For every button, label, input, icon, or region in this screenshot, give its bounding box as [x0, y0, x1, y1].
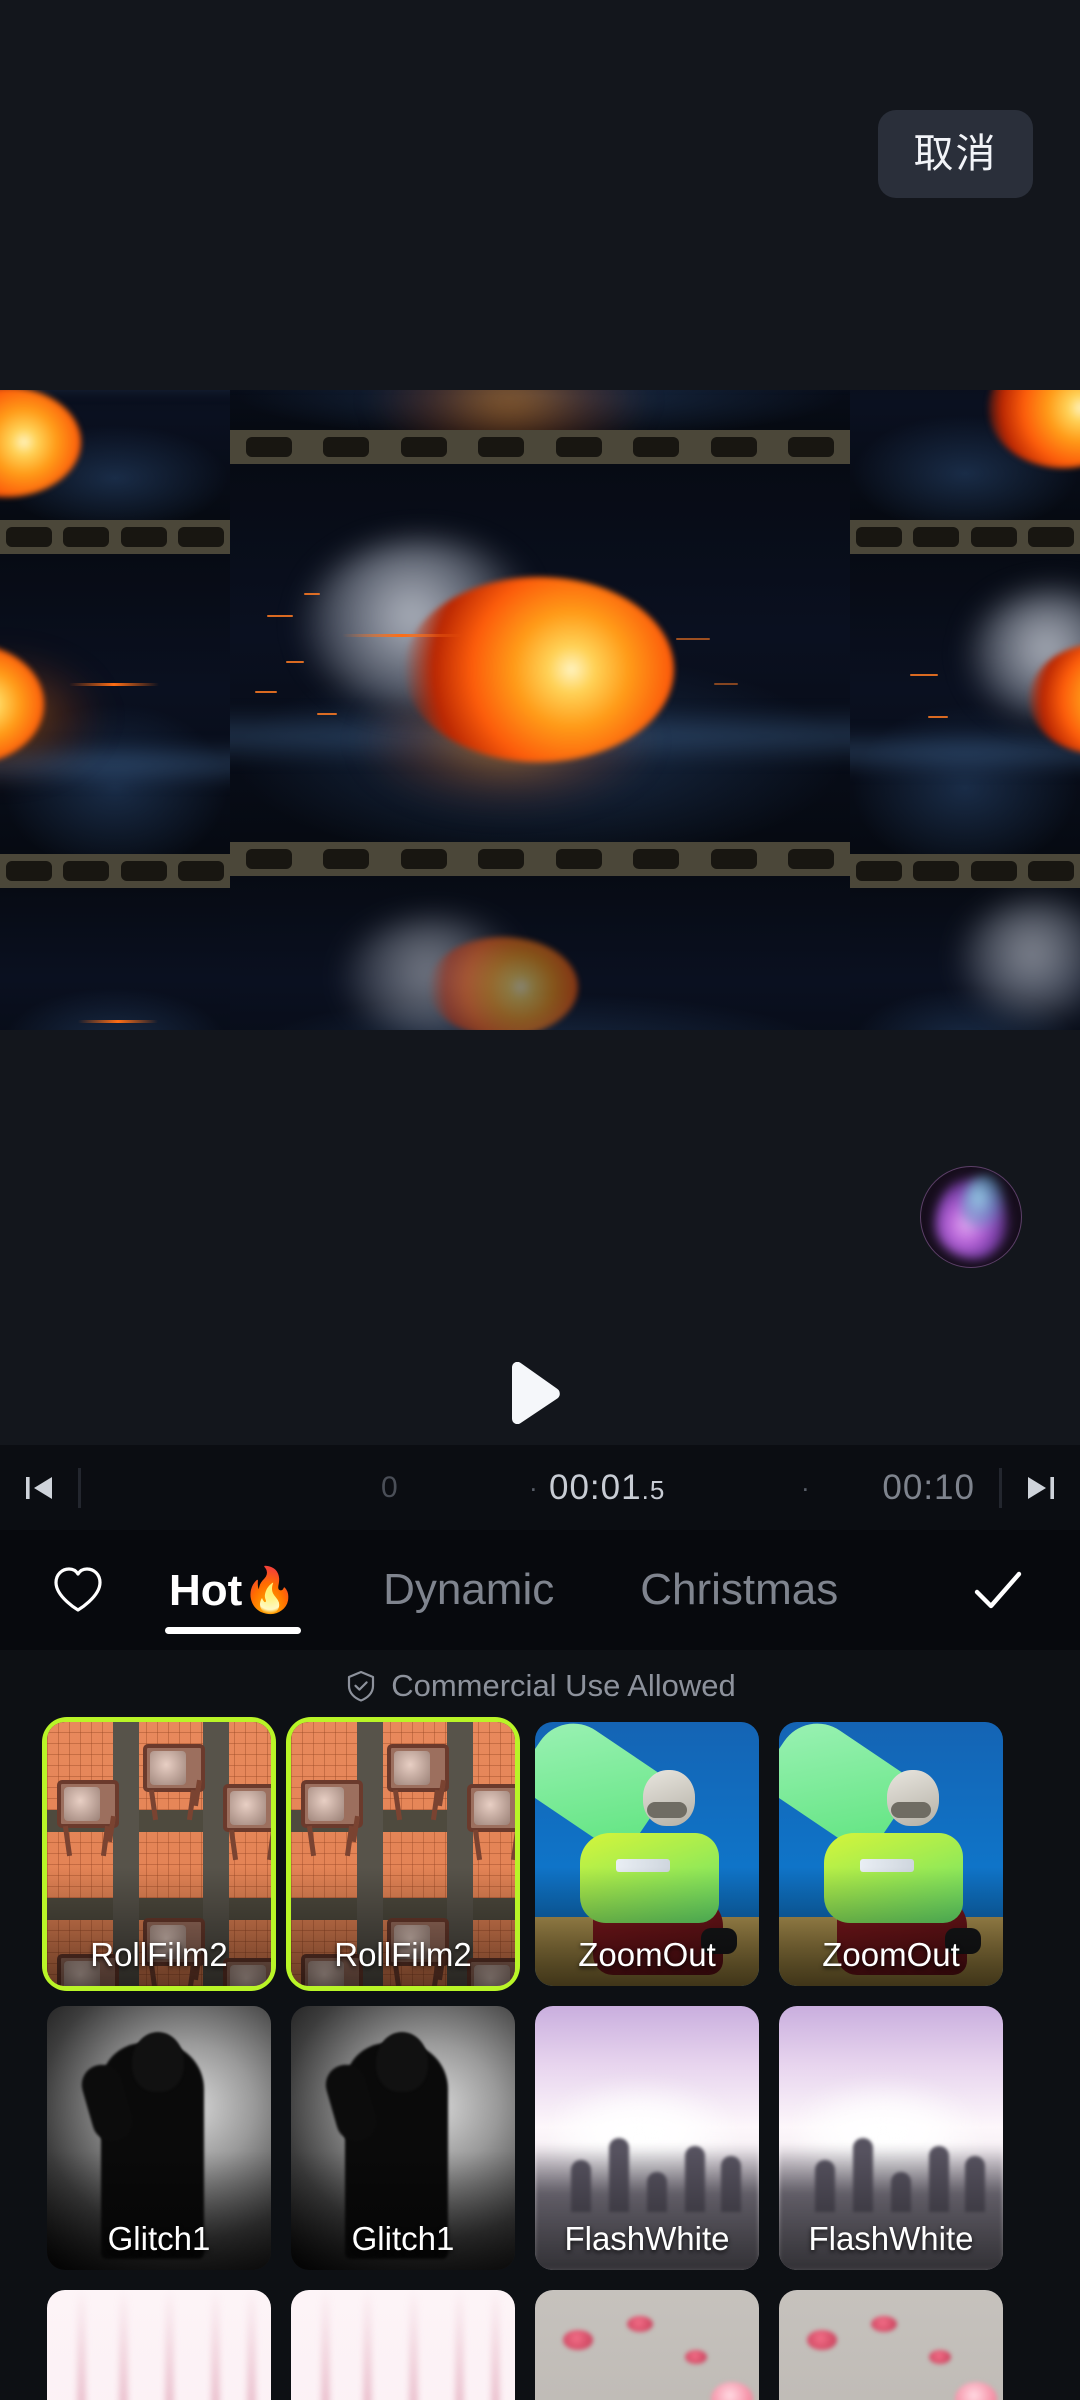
effect-name-label: FlashWhite: [808, 2220, 974, 2257]
effects-panel: Commercial Use Allowed RollFilm2 RollFilm…: [0, 1650, 1080, 2400]
tab-christmas[interactable]: Christmas: [626, 1530, 852, 1650]
effect-name-label: ZoomOut: [822, 1936, 960, 1973]
timeline-tick-left: ·: [529, 1472, 539, 1502]
tab-hot-label: Hot🔥: [169, 1566, 298, 1615]
current-time-fraction: .5: [641, 1474, 666, 1505]
effect-item[interactable]: RollFilm2: [291, 1722, 515, 1986]
timeline-tick-right: ·: [801, 1472, 811, 1502]
effect-thumbnail: [291, 2290, 515, 2400]
commercial-use-label: Commercial Use Allowed: [391, 1668, 736, 1703]
shield-check-icon: [348, 1670, 375, 1702]
active-tab-underline: [165, 1627, 302, 1634]
ai-assistant-orb-icon[interactable]: [920, 1166, 1022, 1268]
film-strip-left: [0, 390, 230, 1030]
tab-dynamic[interactable]: Dynamic: [369, 1530, 568, 1650]
effect-item[interactable]: [535, 2290, 759, 2400]
tab-christmas-label: Christmas: [640, 1565, 839, 1614]
play-button[interactable]: [506, 1362, 562, 1424]
skip-to-start-button[interactable]: [0, 1445, 78, 1530]
skip-to-start-icon: [26, 1476, 52, 1499]
timeline-duration: 00:10: [882, 1467, 975, 1507]
effect-item[interactable]: FlashWhite: [535, 2006, 759, 2270]
play-icon: [512, 1362, 560, 1424]
check-icon: [974, 1571, 1021, 1609]
timeline-current-time: 00:01.5: [549, 1468, 665, 1508]
effect-item[interactable]: ZoomOut: [535, 1722, 759, 1986]
video-editor-screen: 取消 0 · 00:01.5 · 00:10 Hot🔥 Dynamic Chri…: [0, 0, 1080, 2400]
effect-thumbnail: [47, 2290, 271, 2400]
effect-name-label: Glitch1: [351, 2220, 455, 2257]
video-preview[interactable]: [0, 390, 1080, 1030]
effect-item[interactable]: FlashWhite: [779, 2006, 1003, 2270]
timeline-bar[interactable]: 0 · 00:01.5 · 00:10: [0, 1445, 1080, 1530]
effect-thumbnail: [535, 2290, 759, 2400]
effect-thumb-art: [535, 2290, 759, 2400]
effect-thumb-art: [291, 2290, 515, 2400]
effect-item[interactable]: ZoomOut: [779, 1722, 1003, 1986]
film-strip-right: [850, 390, 1080, 1030]
current-time-main: 00:01: [549, 1467, 642, 1507]
effect-name-label: RollFilm2: [334, 1936, 472, 1973]
cancel-button[interactable]: 取消: [878, 110, 1033, 198]
effect-thumb-art: [47, 2290, 271, 2400]
timeline-track[interactable]: 0 · 00:01.5 · 00:10: [81, 1445, 999, 1530]
effect-name-label: ZoomOut: [578, 1936, 716, 1973]
effect-name-label: RollFilm2: [90, 1936, 228, 1973]
tab-favorites[interactable]: [0, 1563, 155, 1617]
skip-to-end-icon: [1028, 1476, 1054, 1499]
effect-item[interactable]: [291, 2290, 515, 2400]
heart-icon: [53, 1567, 102, 1612]
effect-item[interactable]: RollFilm2: [47, 1722, 271, 1986]
effect-name-label: Glitch1: [107, 2220, 211, 2257]
effect-item[interactable]: [779, 2290, 1003, 2400]
effect-name-label: FlashWhite: [564, 2220, 730, 2257]
effect-thumb-art: [779, 2290, 1003, 2400]
film-strip-center: [230, 390, 850, 1030]
effect-item[interactable]: [47, 2290, 271, 2400]
timeline-start-label: 0: [381, 1470, 399, 1504]
commercial-use-banner: Commercial Use Allowed: [0, 1650, 1080, 1722]
tab-hot[interactable]: Hot🔥: [155, 1530, 311, 1650]
skip-to-end-button[interactable]: [1002, 1445, 1080, 1530]
spark-particles: [230, 464, 850, 842]
tab-dynamic-label: Dynamic: [383, 1565, 555, 1614]
effect-thumbnail: [779, 2290, 1003, 2400]
effects-grid: RollFilm2 RollFilm2 ZoomOut ZoomOut Glitch1 G…: [0, 1722, 1080, 2400]
effect-item[interactable]: Glitch1: [47, 2006, 271, 2270]
top-bar: 取消: [0, 0, 1080, 390]
confirm-button[interactable]: [915, 1530, 1080, 1650]
effect-item[interactable]: Glitch1: [291, 2006, 515, 2270]
category-tab-bar: Hot🔥 Dynamic Christmas: [0, 1530, 1080, 1650]
